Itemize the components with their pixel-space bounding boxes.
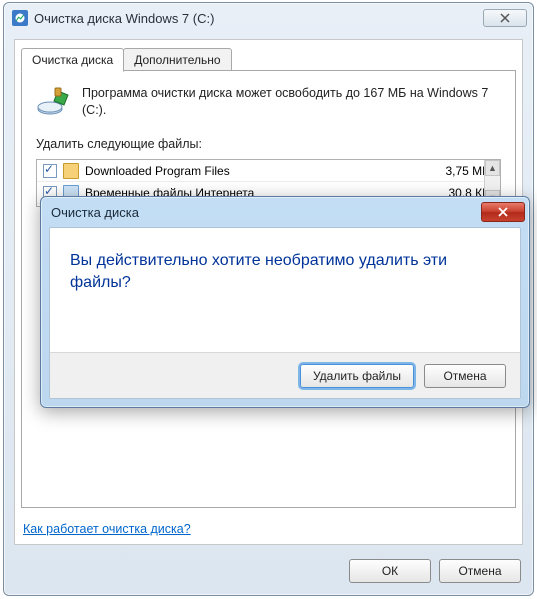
tab-strip: Очистка диска Дополнительно: [21, 48, 231, 72]
dialog-close-button[interactable]: [481, 202, 525, 222]
dialog-button-bar: Удалить файлы Отмена: [50, 352, 520, 398]
list-item[interactable]: Downloaded Program Files 3,75 МБ: [37, 160, 500, 182]
disk-cleanup-large-icon: [36, 85, 72, 121]
list-caption: Удалить следующие файлы:: [22, 127, 515, 155]
scroll-track[interactable]: [485, 176, 500, 190]
tab-disk-cleanup[interactable]: Очистка диска: [21, 48, 124, 72]
folder-icon: [63, 163, 79, 179]
window-close-button[interactable]: [483, 9, 527, 27]
titlebar[interactable]: Очистка диска Windows 7 (C:): [4, 3, 533, 33]
tab-more-options[interactable]: Дополнительно: [123, 48, 231, 72]
scroll-up-button[interactable]: ▲: [485, 160, 500, 176]
dialog-title: Очистка диска: [51, 205, 481, 220]
confirm-dialog: Очистка диска Вы действительно хотите не…: [40, 196, 530, 408]
delete-files-button[interactable]: Удалить файлы: [300, 364, 414, 388]
window-title: Очистка диска Windows 7 (C:): [34, 11, 483, 26]
window-button-bar: ОК Отмена: [349, 559, 521, 583]
header-message: Программа очистки диска может освободить…: [82, 85, 501, 119]
dialog-titlebar[interactable]: Очистка диска: [41, 197, 529, 227]
ok-button[interactable]: ОК: [349, 559, 431, 583]
dialog-message: Вы действительно хотите необратимо удали…: [50, 228, 520, 294]
help-link-row: Как работает очистка диска?: [23, 522, 191, 536]
dialog-body: Вы действительно хотите необратимо удали…: [49, 227, 521, 399]
list-item-name: Downloaded Program Files: [85, 164, 426, 178]
list-item-checkbox[interactable]: [43, 164, 57, 178]
cancel-button[interactable]: Отмена: [439, 559, 521, 583]
disk-cleanup-icon: [12, 10, 28, 26]
dialog-cancel-button[interactable]: Отмена: [424, 364, 506, 388]
help-link[interactable]: Как работает очистка диска?: [23, 522, 191, 536]
